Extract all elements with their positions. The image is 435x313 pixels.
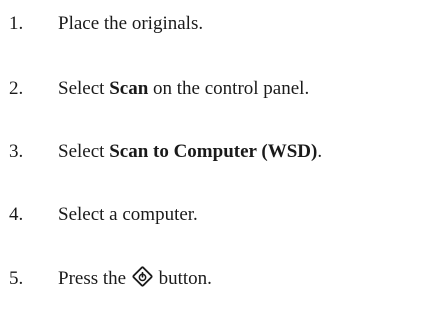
step-number: 5.: [9, 268, 24, 289]
step-5: 5. Press the button.: [0, 265, 212, 293]
step-text-bold: Scan: [109, 78, 149, 99]
step-number: 1.: [9, 13, 24, 34]
step-number: 3.: [9, 141, 24, 162]
step-text-before: Press the: [58, 268, 131, 289]
step-text-after: button.: [153, 268, 212, 289]
start-button-icon: [132, 266, 153, 287]
step-4: 4. Select a computer.: [0, 201, 198, 229]
step-text: Select a computer.: [58, 201, 198, 229]
step-text-content: Place the originals.: [58, 13, 204, 34]
step-number: 4.: [9, 204, 24, 225]
step-1: 1. Place the originals.: [0, 10, 203, 38]
step-text-content: Select a computer.: [58, 204, 198, 225]
instruction-steps: 1. Place the originals. 2. Select Scan o…: [0, 0, 435, 313]
step-text: Select Scan to Computer (WSD).: [58, 138, 322, 166]
step-3: 3. Select Scan to Computer (WSD).: [0, 138, 322, 166]
step-text-after: on the control panel.: [148, 78, 310, 99]
step-text: Place the originals.: [58, 10, 203, 38]
step-text-after: .: [317, 141, 323, 162]
step-text: Select Scan on the control panel.: [58, 75, 309, 103]
step-text: Press the button.: [58, 265, 212, 293]
step-text-bold: Scan to Computer (WSD): [109, 141, 318, 162]
step-number: 2.: [9, 78, 24, 99]
step-2: 2. Select Scan on the control panel.: [0, 75, 309, 103]
step-text-before: Select: [58, 78, 110, 99]
step-text-before: Select: [58, 141, 110, 162]
